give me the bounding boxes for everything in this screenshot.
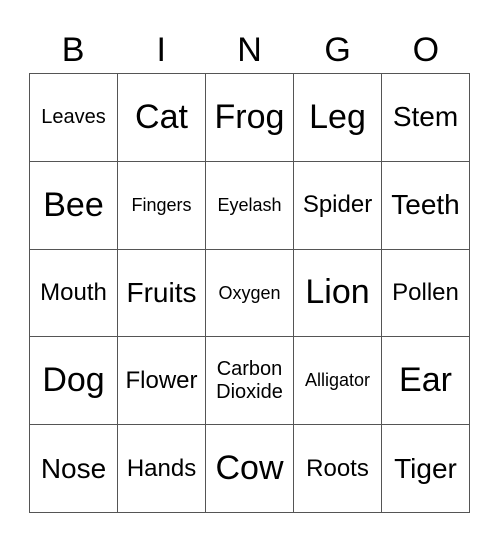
- bingo-cell: Eyelash: [206, 161, 294, 250]
- bingo-cell: Dog: [30, 337, 118, 426]
- bingo-cell: Pollen: [382, 249, 470, 338]
- bingo-cell: Carbon Dioxide: [206, 337, 294, 426]
- header-letter-i: I: [156, 31, 166, 69]
- bingo-cell: Cow: [206, 425, 294, 513]
- bingo-cell: Fingers: [118, 161, 206, 250]
- bingo-cell: Cat: [118, 74, 206, 162]
- header-letter-g: G: [324, 31, 351, 69]
- bingo-cell: Ear: [382, 337, 470, 426]
- bingo-cell: Tiger: [382, 425, 470, 513]
- bingo-cell: Teeth: [382, 161, 470, 250]
- header-letter-b: B: [61, 31, 85, 69]
- bingo-cell: Frog: [206, 74, 294, 162]
- bingo-cell: Stem: [382, 74, 470, 162]
- bingo-cell: Alligator: [294, 337, 382, 426]
- bingo-grid: Leaves Cat Frog Leg Stem Bee Fingers Eye…: [29, 73, 470, 513]
- bingo-cell: Hands: [118, 425, 206, 513]
- bingo-cell: Leaves: [30, 74, 118, 162]
- bingo-cell: Lion: [294, 249, 382, 338]
- bingo-cell: Roots: [294, 425, 382, 513]
- bingo-cell: Spider: [294, 161, 382, 250]
- bingo-cell: Mouth: [30, 249, 118, 338]
- bingo-cell: Leg: [294, 74, 382, 162]
- header-letter-o: O: [412, 31, 440, 69]
- header-letter-n: N: [237, 31, 262, 69]
- bingo-cell: Bee: [30, 161, 118, 250]
- bingo-cell: Flower: [118, 337, 206, 426]
- bingo-cell: Nose: [30, 425, 118, 513]
- bingo-header: B I N G O: [29, 28, 470, 72]
- bingo-cell: Fruits: [118, 249, 206, 338]
- bingo-cell: Oxygen: [206, 249, 294, 338]
